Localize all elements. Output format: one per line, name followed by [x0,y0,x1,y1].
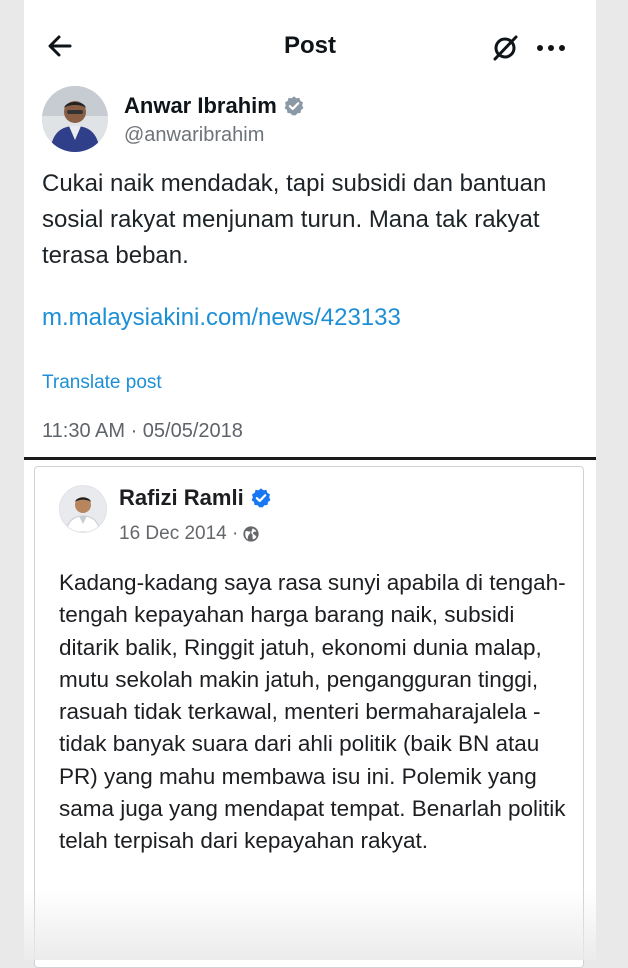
author-avatar[interactable] [42,86,108,152]
more-button[interactable] [534,32,568,62]
verified-badge-icon [284,96,304,116]
post-page: Post Anwar Ibrahim @anwaribrahim Cukai n… [24,0,596,968]
avatar-image [42,86,108,152]
quoted-post-meta: 16 Dec 2014 · [119,523,260,545]
post-link[interactable]: m.malaysiakini.com/news/423133 [42,304,401,332]
grok-button[interactable] [490,32,520,62]
quoted-post-text: Kadang-kadang saya rasa sunyi apabila di… [59,570,566,854]
translate-post-link[interactable]: Translate post [42,372,162,394]
quoted-author-name[interactable]: Rafizi Ramli [119,485,244,511]
bottom-fade [0,890,628,960]
top-bar: Post [24,0,596,88]
globe-icon [243,526,260,542]
verified-badge-icon [251,488,271,508]
divider [24,457,596,460]
quoted-author-avatar[interactable] [59,485,107,533]
author-name[interactable]: Anwar Ibrahim [124,93,277,119]
author-handle[interactable]: @anwaribrahim [124,124,264,147]
grok-icon [493,35,518,61]
author-name-row: Anwar Ibrahim [124,93,305,119]
more-horizontal-icon [537,45,565,51]
quoted-post-date[interactable]: 16 Dec 2014 · [119,523,238,545]
post-text: Cukai naik mendadak, tapi subsidi dan ba… [42,170,547,269]
quoted-avatar-image [60,486,106,532]
post-timestamp[interactable]: 11:30 AM · 05/05/2018 [42,420,243,443]
quoted-author-name-row: Rafizi Ramli [119,485,272,511]
